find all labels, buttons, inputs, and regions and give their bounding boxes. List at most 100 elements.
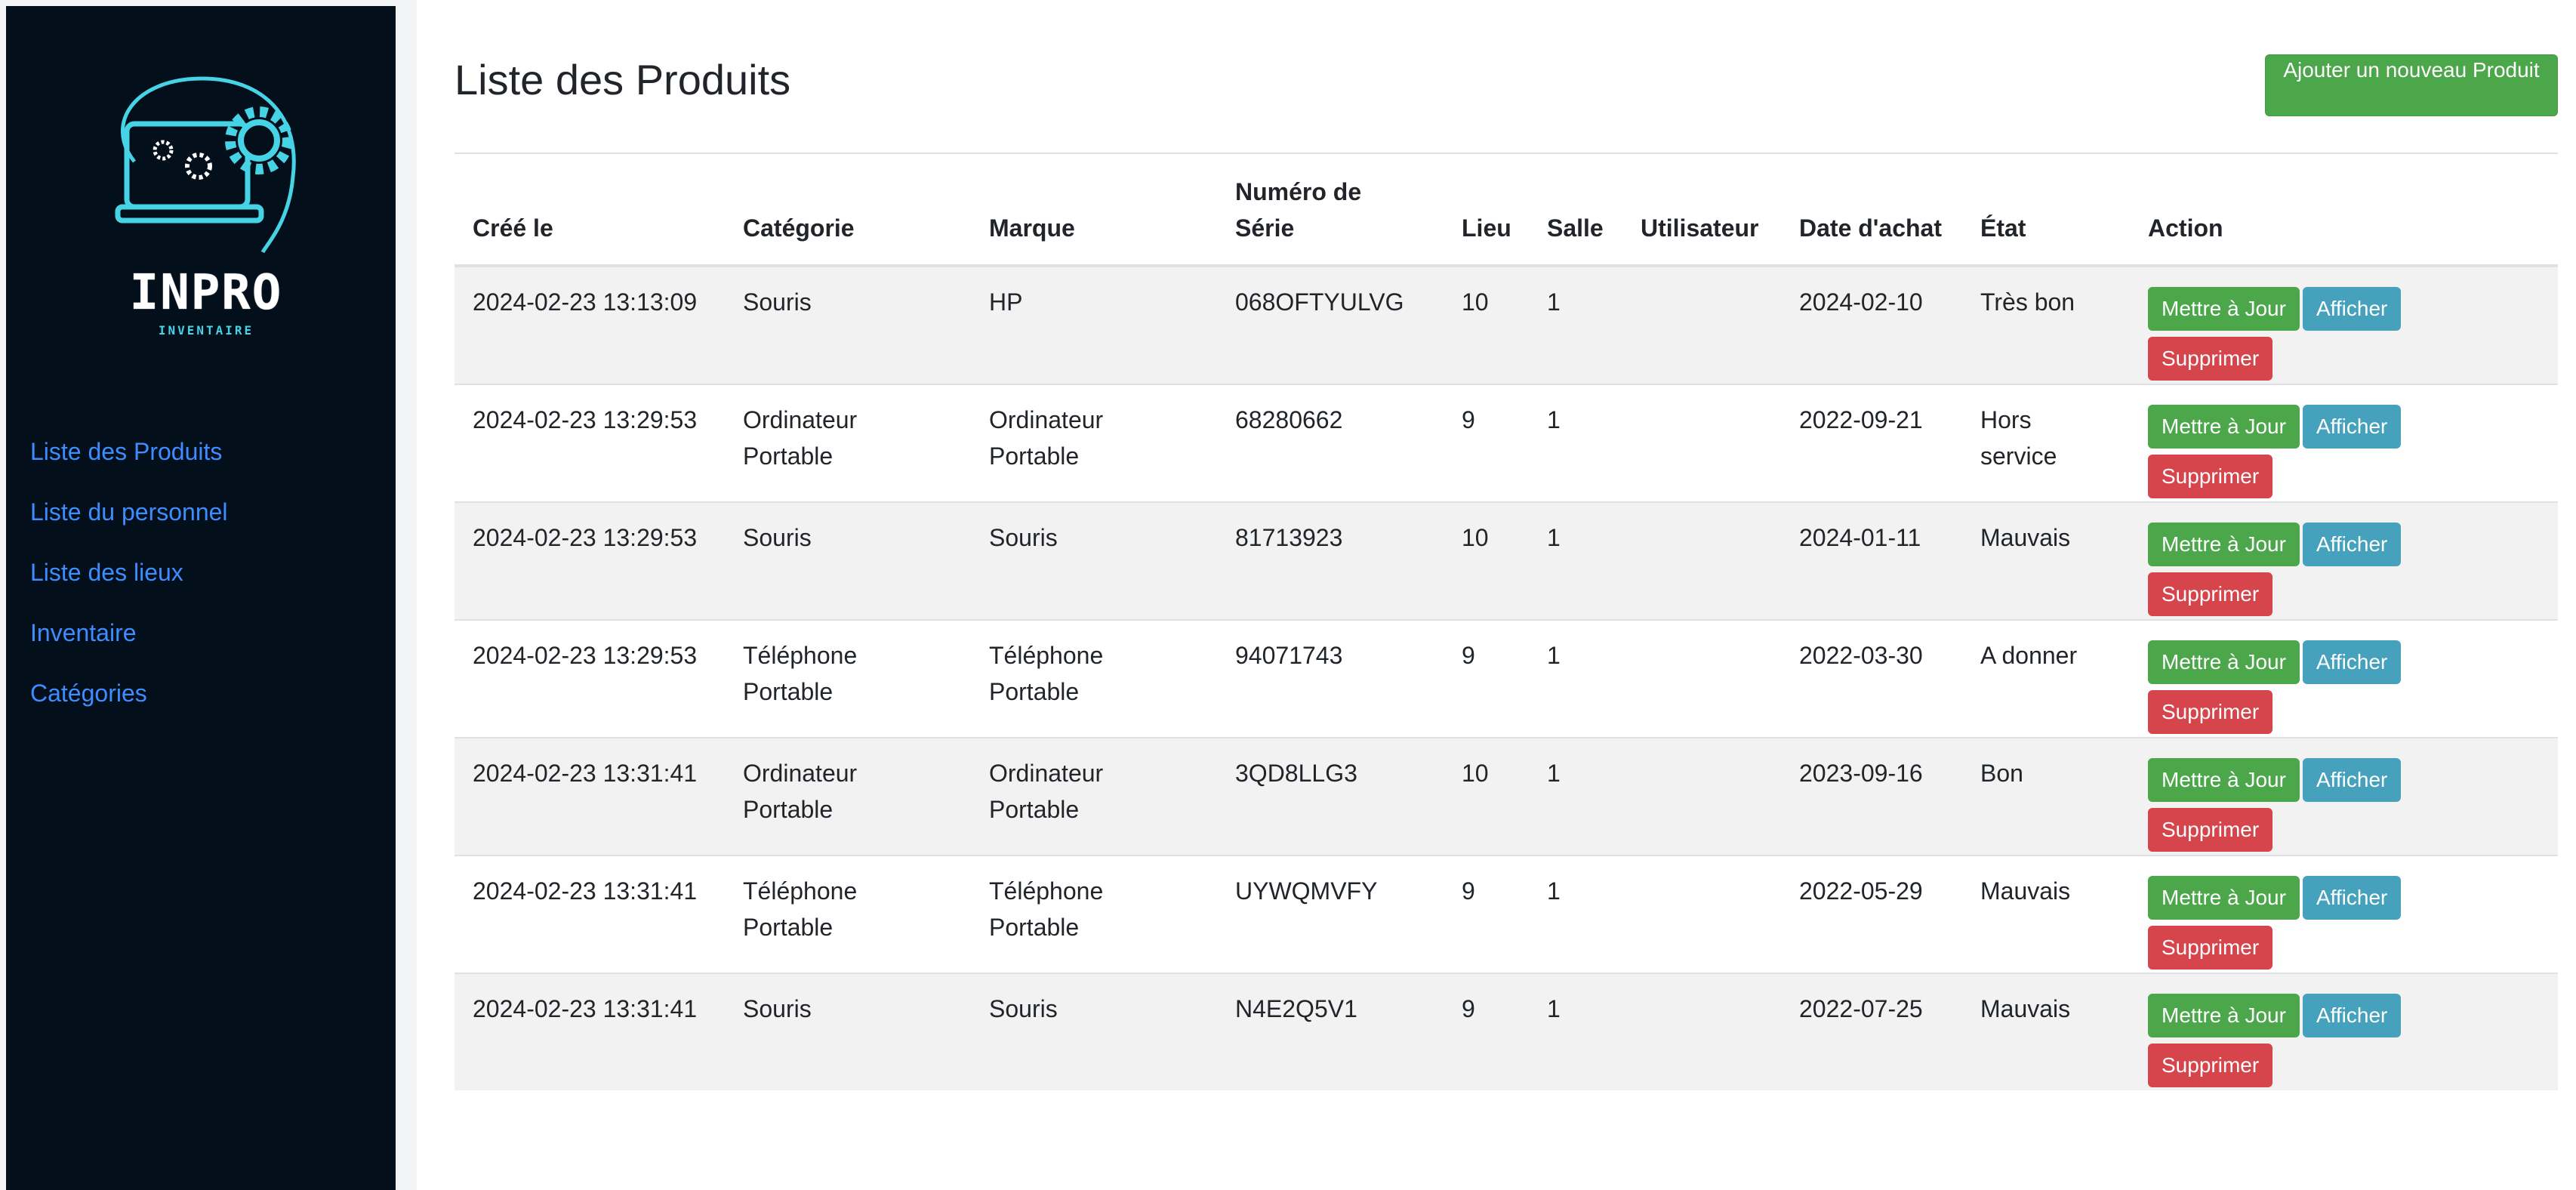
cell-actions: Mettre à Jour Afficher Supprimer: [2130, 501, 2558, 620]
cell-serial: N4E2Q5V1: [1217, 973, 1444, 1090]
update-button[interactable]: Mettre à Jour: [2148, 523, 2300, 566]
column-header-location[interactable]: Lieu: [1444, 154, 1529, 267]
delete-button[interactable]: Supprimer: [2148, 572, 2273, 616]
logo-wordmark: INPRO: [129, 265, 283, 321]
column-header-state[interactable]: État: [1962, 154, 2130, 267]
cell-room: 1: [1529, 384, 1622, 502]
table-row: 2024-02-23 13:29:53 Ordinateur Portable …: [454, 384, 2558, 502]
show-button[interactable]: Afficher: [2302, 523, 2402, 566]
delete-button[interactable]: Supprimer: [2148, 926, 2273, 970]
cell-purchase-date: 2024-01-11: [1781, 501, 1962, 620]
cell-location: 9: [1444, 619, 1529, 738]
delete-button[interactable]: Supprimer: [2148, 1044, 2273, 1087]
cell-state: Mauvais: [1962, 855, 2130, 973]
cell-created: 2024-02-23 13:31:41: [454, 737, 725, 856]
sidebar-item-locations[interactable]: Liste des lieux: [30, 557, 228, 618]
cell-room: 1: [1529, 855, 1622, 973]
column-header-action: Action: [2130, 154, 2558, 267]
main-content: Liste des Produits Ajouter un nouveau Pr…: [417, 0, 2576, 1190]
cell-user: [1622, 619, 1781, 738]
column-header-category[interactable]: Catégorie: [725, 154, 971, 267]
cell-created: 2024-02-23 13:29:53: [454, 501, 725, 620]
cell-actions: Mettre à Jour Afficher Supprimer: [2130, 265, 2558, 384]
cell-purchase-date: 2023-09-16: [1781, 737, 1962, 856]
products-table-container: Créé le Catégorie Marque Numéro de Série…: [454, 153, 2558, 1090]
update-button[interactable]: Mettre à Jour: [2148, 876, 2300, 920]
cell-room: 1: [1529, 737, 1622, 856]
update-button[interactable]: Mettre à Jour: [2148, 994, 2300, 1037]
update-button[interactable]: Mettre à Jour: [2148, 758, 2300, 802]
logo-subtitle: INVENTAIRE: [158, 323, 254, 338]
cell-room: 1: [1529, 619, 1622, 738]
cell-created: 2024-02-23 13:29:53: [454, 384, 725, 502]
cell-actions: Mettre à Jour Afficher Supprimer: [2130, 619, 2558, 738]
cell-location: 9: [1444, 855, 1529, 973]
show-button[interactable]: Afficher: [2302, 640, 2402, 684]
cell-user: [1622, 973, 1781, 1090]
show-button[interactable]: Afficher: [2302, 758, 2402, 802]
sidebar-item-categories[interactable]: Catégories: [30, 678, 228, 738]
cell-serial: UYWQMVFY: [1217, 855, 1444, 973]
add-product-button-label: Ajouter un nouveau Produit: [2283, 58, 2540, 82]
logo-graphic-icon: [115, 76, 296, 254]
cell-state: Bon: [1962, 737, 2130, 856]
cell-category: Téléphone Portable: [725, 619, 971, 738]
cell-serial: 94071743: [1217, 619, 1444, 738]
table-row: 2024-02-23 13:13:09 Souris HP 068OFTYULV…: [454, 265, 2558, 384]
sidebar-item-staff[interactable]: Liste du personnel: [30, 497, 228, 557]
table-header-row: Créé le Catégorie Marque Numéro de Série…: [454, 154, 2558, 267]
table-row: 2024-02-23 13:29:53 Souris Souris 817139…: [454, 501, 2558, 620]
cell-state: Mauvais: [1962, 501, 2130, 620]
column-header-created[interactable]: Créé le: [454, 154, 725, 267]
cell-created: 2024-02-23 13:31:41: [454, 855, 725, 973]
table-row: 2024-02-23 13:31:41 Ordinateur Portable …: [454, 737, 2558, 856]
cell-brand: HP: [971, 265, 1217, 384]
cell-location: 10: [1444, 737, 1529, 856]
table-row: 2024-02-23 13:31:41 Souris Souris N4E2Q5…: [454, 973, 2558, 1090]
show-button[interactable]: Afficher: [2302, 405, 2402, 449]
update-button[interactable]: Mettre à Jour: [2148, 405, 2300, 449]
show-button[interactable]: Afficher: [2302, 876, 2402, 920]
cell-user: [1622, 501, 1781, 620]
cell-location: 10: [1444, 265, 1529, 384]
cell-category: Souris: [725, 973, 971, 1090]
cell-user: [1622, 855, 1781, 973]
update-button[interactable]: Mettre à Jour: [2148, 640, 2300, 684]
cell-serial: 81713923: [1217, 501, 1444, 620]
delete-button[interactable]: Supprimer: [2148, 455, 2273, 498]
cell-category: Téléphone Portable: [725, 855, 971, 973]
cell-location: 9: [1444, 973, 1529, 1090]
delete-button[interactable]: Supprimer: [2148, 337, 2273, 381]
logo: INPRO INVENTAIRE: [104, 71, 308, 344]
sidebar: INPRO INVENTAIRE Liste des Produits List…: [6, 6, 396, 1190]
delete-button[interactable]: Supprimer: [2148, 808, 2273, 852]
column-header-user[interactable]: Utilisateur: [1622, 154, 1781, 267]
sidebar-item-products[interactable]: Liste des Produits: [30, 436, 228, 497]
add-product-button[interactable]: Ajouter un nouveau Produit: [2265, 54, 2558, 116]
column-header-serial[interactable]: Numéro de Série: [1217, 154, 1444, 267]
column-header-room[interactable]: Salle: [1529, 154, 1622, 267]
cell-created: 2024-02-23 13:29:53: [454, 619, 725, 738]
update-button[interactable]: Mettre à Jour: [2148, 287, 2300, 331]
cell-brand: Téléphone Portable: [971, 855, 1217, 973]
cell-brand: Souris: [971, 501, 1217, 620]
column-header-brand[interactable]: Marque: [971, 154, 1217, 267]
show-button[interactable]: Afficher: [2302, 994, 2402, 1037]
cell-serial: 68280662: [1217, 384, 1444, 502]
column-header-purchase-date[interactable]: Date d'achat: [1781, 154, 1962, 267]
cell-actions: Mettre à Jour Afficher Supprimer: [2130, 973, 2558, 1090]
cell-location: 10: [1444, 501, 1529, 620]
table-row: 2024-02-23 13:31:41 Téléphone Portable T…: [454, 855, 2558, 973]
cell-serial: 068OFTYULVG: [1217, 265, 1444, 384]
sidebar-item-inventory[interactable]: Inventaire: [30, 618, 228, 678]
show-button[interactable]: Afficher: [2302, 287, 2402, 331]
cell-user: [1622, 737, 1781, 856]
cell-actions: Mettre à Jour Afficher Supprimer: [2130, 384, 2558, 502]
delete-button[interactable]: Supprimer: [2148, 690, 2273, 734]
cell-user: [1622, 384, 1781, 502]
cell-brand: Souris: [971, 973, 1217, 1090]
cell-actions: Mettre à Jour Afficher Supprimer: [2130, 855, 2558, 973]
cell-purchase-date: 2022-05-29: [1781, 855, 1962, 973]
cell-state: Hors service: [1962, 384, 2130, 502]
cell-purchase-date: 2024-02-10: [1781, 265, 1962, 384]
